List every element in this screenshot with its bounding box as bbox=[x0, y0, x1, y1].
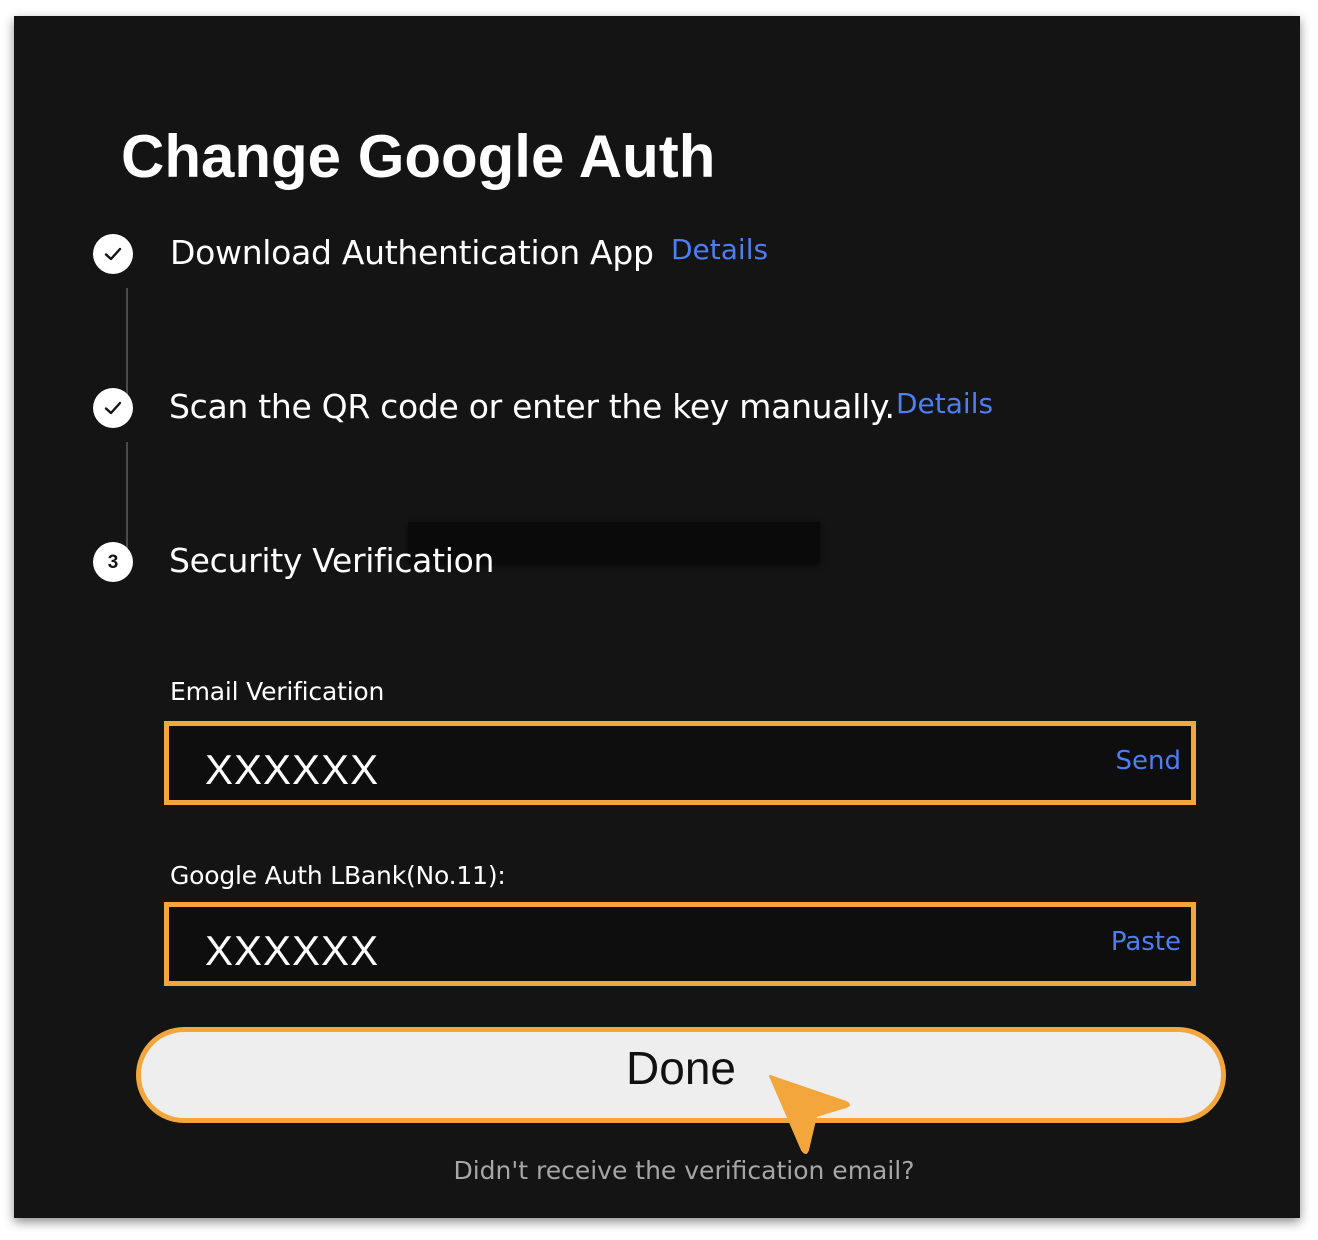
step-2-label: Scan the QR code or enter the key manual… bbox=[169, 387, 895, 426]
step-1-check-icon bbox=[93, 234, 133, 274]
step-1-details-link[interactable]: Details bbox=[671, 233, 768, 267]
send-code-button[interactable]: Send bbox=[1116, 744, 1181, 778]
email-verification-value[interactable]: XXXXXX bbox=[205, 746, 379, 794]
step-2-check-icon bbox=[93, 388, 133, 428]
paste-button[interactable]: Paste bbox=[1111, 925, 1181, 959]
google-auth-code-field[interactable]: XXXXXX Paste bbox=[164, 902, 1196, 986]
email-verification-field[interactable]: XXXXXX Send bbox=[164, 721, 1196, 805]
step-3-number: 3 bbox=[107, 551, 119, 573]
step-3-number-badge: 3 bbox=[93, 542, 133, 582]
google-auth-code-value[interactable]: XXXXXX bbox=[205, 927, 379, 975]
step-3-label: Security Verification bbox=[169, 541, 495, 580]
step-2-details-link[interactable]: Details bbox=[896, 387, 993, 421]
step-connector-line bbox=[126, 442, 128, 560]
dialog-title: Change Google Auth bbox=[121, 123, 716, 190]
change-google-auth-dialog: Change Google Auth Download Authenticati… bbox=[14, 16, 1300, 1218]
step-1-label: Download Authentication App bbox=[170, 233, 654, 272]
done-button[interactable]: Done bbox=[136, 1027, 1226, 1123]
resend-verification-email-link[interactable]: Didn't receive the verification email? bbox=[14, 1154, 1318, 1188]
google-auth-label: Google Auth LBank(No.11): bbox=[170, 861, 506, 890]
step-connector-line bbox=[126, 288, 128, 406]
done-button-label: Done bbox=[626, 1042, 736, 1094]
email-verification-label: Email Verification bbox=[170, 677, 385, 706]
